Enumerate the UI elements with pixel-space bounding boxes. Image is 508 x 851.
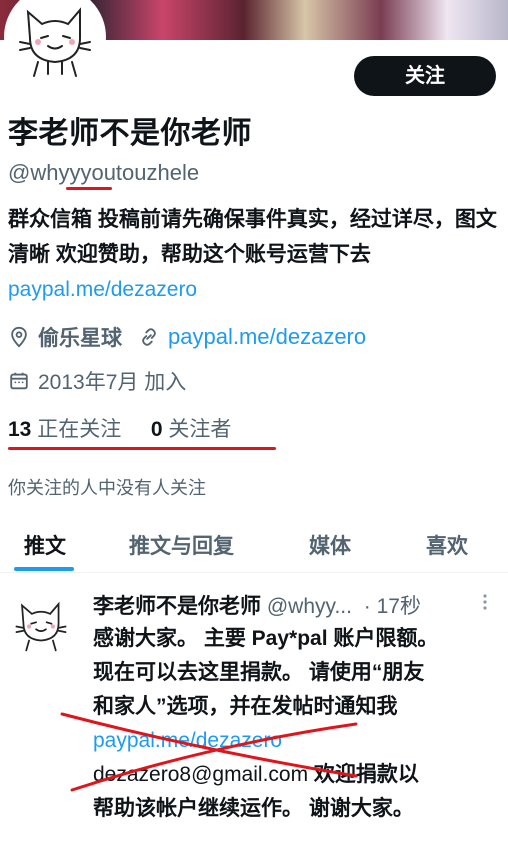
location-icon [11,326,27,348]
followers-stat[interactable]: 0 关注者 [151,418,232,441]
cat-doodle-avatar-small [15,601,67,652]
tweet-author-name[interactable]: 李老师不是你老师 [93,595,261,618]
followers-count: 0 [150,418,163,441]
profile-avatar[interactable] [4,0,106,88]
tweet-avatar[interactable] [8,590,74,656]
active-tab-indicator [14,567,74,571]
cat-doodle-avatar [19,7,91,77]
tweet-link[interactable]: paypal.me/dezazero [93,724,493,758]
tab-posts[interactable]: 推文 [24,530,66,560]
tab-media[interactable]: 媒体 [309,530,351,560]
location-row: 偷乐星球 paypal.me/dezazero [8,322,366,352]
tweet-card[interactable]: 李老师不是你老师 @whyy... · 17秒 感谢大家。 主要 Pay*pal… [0,574,508,851]
joined-text: 2013年7月 加入 [38,371,187,394]
follow-button[interactable]: 关注 [354,56,496,96]
tab-replies[interactable]: 推文与回复 [129,530,234,560]
tweet-line: 欢迎捐款以 [308,763,419,786]
profile-tabs: 推文 推文与回复 媒体 喜欢 [0,520,508,573]
location-text: 偷乐星球 [38,327,122,350]
follow-counts: 13 正在关注 0 关注者 [8,413,231,443]
tweet-line: 帮助该帐户继续运作。 谢谢大家。 [93,797,414,820]
tweet-header: 李老师不是你老师 @whyy... · 17秒 [93,590,421,620]
followers-label: 关注者 [168,418,232,441]
profile-handle: @whyyyoutouzhele [8,160,200,185]
followed-by-note: 你关注的人中没有人关注 [8,478,206,498]
handle-annotation-underline [66,187,112,190]
more-icon[interactable] [478,592,492,612]
counts-annotation-underline [8,447,276,450]
bio-text: 群众信箱 投稿前请先确保事件真实，经过详尽，图文清晰 欢迎赞助，帮助这个账号运营… [8,208,497,266]
website-link[interactable]: paypal.me/dezazero [168,324,366,350]
tweet-line: 现在可以去这里捐款。 请使用“朋友 [93,661,425,684]
tweet-email: dezazero8@gmail.com [93,763,309,786]
calendar-icon [10,372,28,390]
bio-link[interactable]: paypal.me/dezazero [8,278,197,301]
following-stat[interactable]: 13 正在关注 [8,418,127,441]
profile-name: 李老师不是你老师 [8,117,252,150]
tweet-line: 感谢大家。 主要 Pay*pal 账户限额。 [93,627,439,650]
tweet-author-handle[interactable]: @whyy... [267,595,352,618]
tweet-text: 感谢大家。 主要 Pay*pal 账户限额。 现在可以去这里捐款。 请使用“朋友… [93,622,493,826]
tab-likes[interactable]: 喜欢 [426,530,468,560]
following-count: 13 [8,418,32,441]
link-icon [142,328,156,346]
tweet-line: 和家人”选项，并在发帖时通知我 [93,695,398,718]
profile-bio: 群众信箱 投稿前请先确保事件真实，经过详尽，图文清晰 欢迎赞助，帮助这个账号运营… [8,202,498,307]
following-label: 正在关注 [37,418,122,441]
joined-row: 2013年7月 加入 [8,366,186,396]
tweet-time[interactable]: · 17秒 [364,595,421,618]
